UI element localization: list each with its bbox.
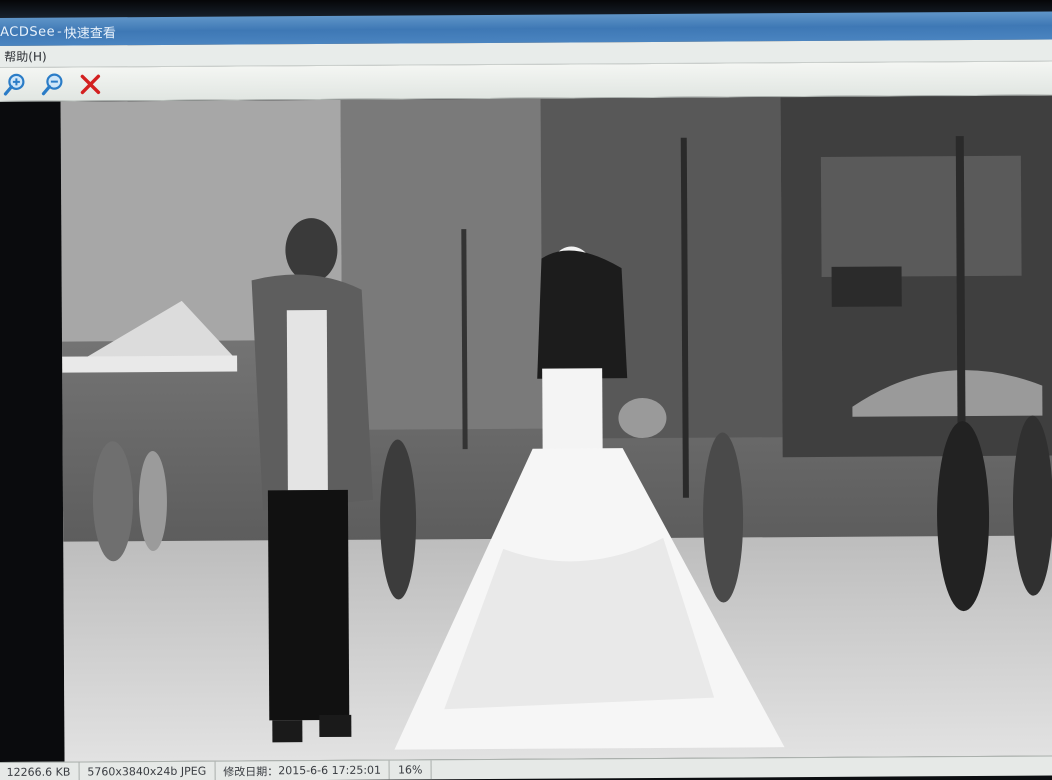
zoom-out-icon <box>41 73 63 95</box>
close-icon <box>80 74 101 94</box>
image-viewer <box>0 95 1052 762</box>
menu-help[interactable]: 帮助(H) <box>0 48 53 65</box>
status-modified-label: 修改日期： <box>223 764 279 779</box>
close-button[interactable] <box>76 70 104 98</box>
status-zoom: 16% <box>389 760 432 780</box>
quick-view-window: ACDSee - 快速查看 帮助(H) 12266.6 KB 5760x3840… <box>0 11 1052 780</box>
title-separator: - <box>57 24 62 40</box>
window-title: 快速查看 <box>63 25 116 42</box>
status-file-size: 12266.6 KB <box>0 762 80 780</box>
status-modified-value: 2015-6-6 17:25:01 <box>278 763 382 778</box>
status-dimensions: 5760x3840x24b JPEG <box>79 761 216 780</box>
zoom-in-icon <box>3 73 25 96</box>
app-name: ACDSee <box>0 24 56 40</box>
screen: ACDSee - 快速查看 帮助(H) 12266.6 KB 5760x3840… <box>0 0 1052 780</box>
zoom-in-button[interactable] <box>0 70 28 98</box>
wedding-photo-image <box>60 95 1052 762</box>
zoom-out-button[interactable] <box>38 70 66 98</box>
status-modified: 修改日期： 2015-6-6 17:25:01 <box>215 760 391 780</box>
wedding-photo[interactable] <box>60 95 1052 762</box>
